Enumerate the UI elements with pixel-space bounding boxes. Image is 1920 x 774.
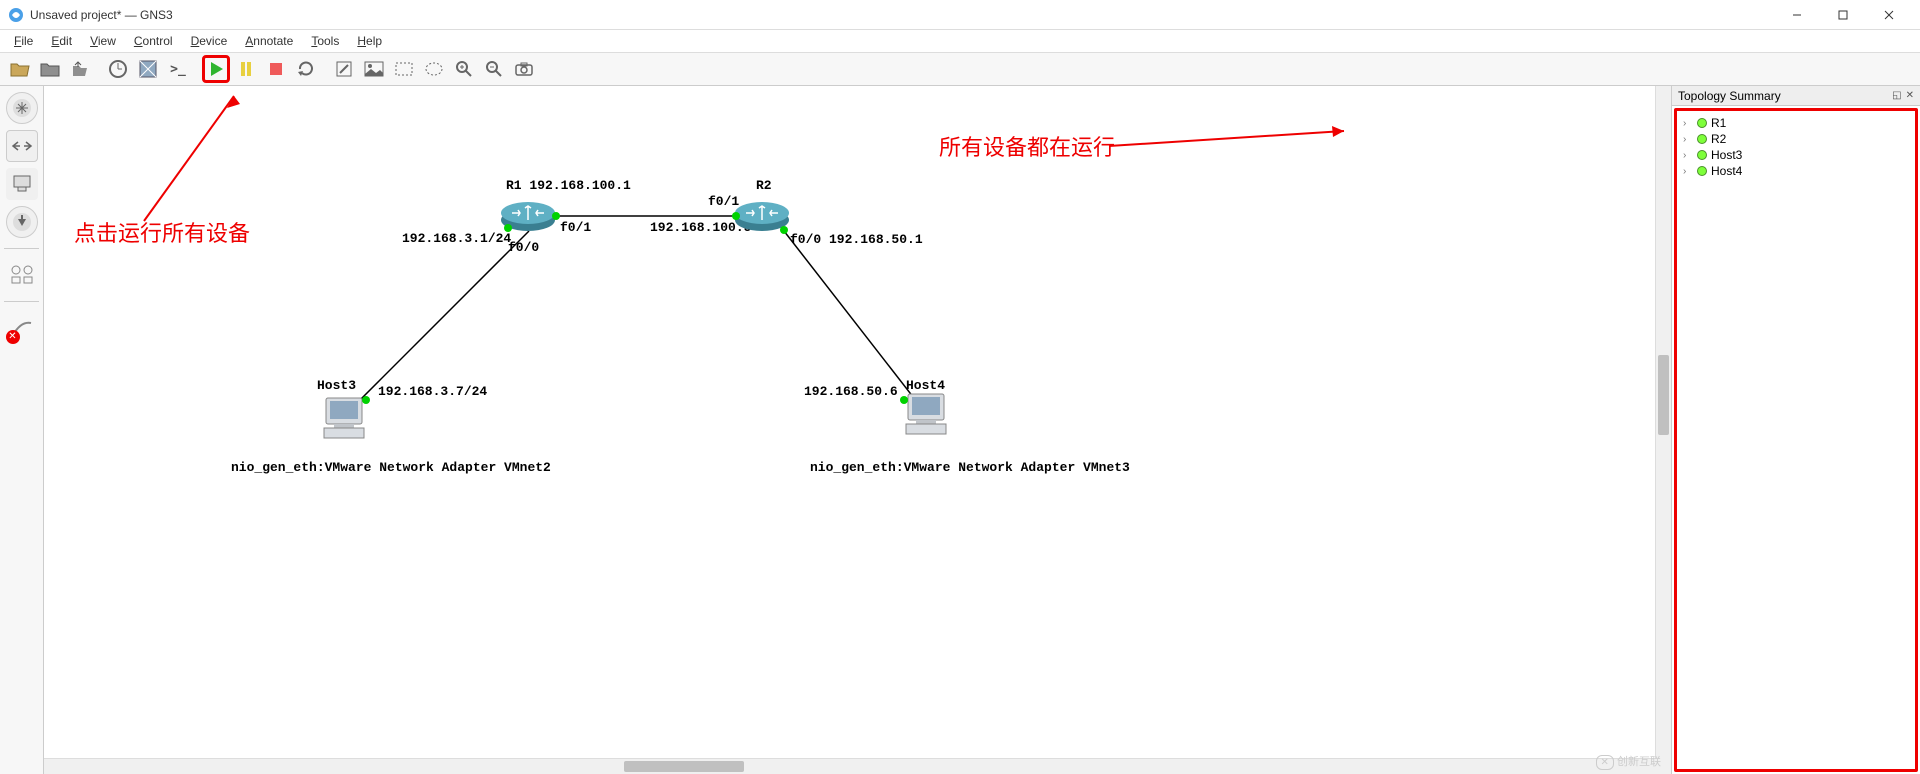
end-devices-category-button[interactable] bbox=[6, 168, 38, 200]
maximize-button[interactable] bbox=[1820, 0, 1866, 30]
status-running-icon bbox=[1697, 150, 1707, 160]
open-folder-button[interactable] bbox=[36, 55, 64, 83]
port-r1-f01 bbox=[552, 212, 560, 220]
screenshot-button[interactable] bbox=[510, 55, 538, 83]
status-running-icon bbox=[1697, 118, 1707, 128]
label-host3-ip: 192.168.3.7/24 bbox=[378, 384, 487, 399]
window-controls bbox=[1774, 0, 1912, 30]
label-r2: R2 bbox=[756, 178, 772, 193]
menu-annotate[interactable]: Annotate bbox=[237, 32, 301, 50]
zoom-out-button[interactable] bbox=[480, 55, 508, 83]
label-r2-f00: f0/0 192.168.50.1 bbox=[790, 232, 923, 247]
routers-category-button[interactable] bbox=[6, 92, 38, 124]
canvas-scrollbar-horizontal[interactable] bbox=[44, 758, 1655, 774]
port-host3 bbox=[362, 396, 370, 404]
security-category-button[interactable] bbox=[6, 206, 38, 238]
label-host3: Host3 bbox=[317, 378, 356, 393]
menu-tools[interactable]: Tools bbox=[303, 32, 347, 50]
port-host4 bbox=[900, 396, 908, 404]
window-title: Unsaved project* — GNS3 bbox=[30, 8, 1774, 22]
zoom-in-button[interactable] bbox=[450, 55, 478, 83]
port-r2-f00 bbox=[780, 226, 788, 234]
tree-item-r2[interactable]: › R2 bbox=[1683, 131, 1909, 147]
menu-file[interactable]: File bbox=[6, 32, 41, 50]
pause-all-button[interactable] bbox=[232, 55, 260, 83]
tree-item-r1[interactable]: › R1 bbox=[1683, 115, 1909, 131]
toolbar: >_ bbox=[0, 52, 1920, 86]
label-host4-adapter: nio_gen_eth:VMware Network Adapter VMnet… bbox=[810, 460, 1130, 475]
topology-summary-panel: Topology Summary ◱ ✕ › R1 › R2 › Host3 › Hos… bbox=[1672, 86, 1920, 774]
label-r1-lan-ip: 192.168.3.1/24 bbox=[402, 231, 511, 246]
save-project-button[interactable] bbox=[66, 55, 94, 83]
image-button[interactable] bbox=[360, 55, 388, 83]
tree-item-label: Host4 bbox=[1711, 164, 1742, 178]
menu-edit[interactable]: Edit bbox=[43, 32, 80, 50]
label-r1-f00: f0/0 bbox=[508, 240, 539, 255]
tree-item-host4[interactable]: › Host4 bbox=[1683, 163, 1909, 179]
rectangle-button[interactable] bbox=[390, 55, 418, 83]
main-area: ✕ 点击运行所有设备 所有设备都在运行 R1 192.168.10 bbox=[0, 86, 1920, 774]
watermark: ✕ 创新互联 bbox=[1596, 753, 1661, 770]
panel-title: Topology Summary bbox=[1678, 89, 1781, 103]
open-project-button[interactable] bbox=[6, 55, 34, 83]
show-labels-button[interactable] bbox=[134, 55, 162, 83]
label-r1: R1 192.168.100.1 bbox=[506, 178, 631, 193]
all-devices-button[interactable] bbox=[6, 259, 38, 291]
snapshot-button[interactable] bbox=[104, 55, 132, 83]
panel-body: › R1 › R2 › Host3 › Host4 bbox=[1674, 108, 1918, 772]
panel-header[interactable]: Topology Summary ◱ ✕ bbox=[1672, 86, 1920, 106]
topology-canvas-wrap: 点击运行所有设备 所有设备都在运行 R1 192.168.100.1 f0/1 … bbox=[44, 86, 1672, 774]
tree-item-host3[interactable]: › Host3 bbox=[1683, 147, 1909, 163]
device-sidebar: ✕ bbox=[0, 86, 44, 774]
chevron-right-icon[interactable]: › bbox=[1683, 166, 1693, 177]
note-button[interactable] bbox=[330, 55, 358, 83]
label-host4-ip: 192.168.50.6 bbox=[804, 384, 898, 399]
minimize-button[interactable] bbox=[1774, 0, 1820, 30]
menu-bar: File Edit View Control Device Annotate T… bbox=[0, 30, 1920, 52]
start-all-button[interactable] bbox=[202, 55, 230, 83]
tree-item-label: R1 bbox=[1711, 116, 1726, 130]
label-host4: Host4 bbox=[906, 378, 945, 393]
close-button[interactable] bbox=[1866, 0, 1912, 30]
label-r1-f01: f0/1 bbox=[560, 220, 591, 235]
switches-category-button[interactable] bbox=[6, 130, 38, 162]
reload-all-button[interactable] bbox=[292, 55, 320, 83]
port-r2-f01 bbox=[732, 212, 740, 220]
console-button[interactable]: >_ bbox=[164, 55, 192, 83]
menu-view[interactable]: View bbox=[82, 32, 124, 50]
add-link-button[interactable]: ✕ bbox=[6, 312, 38, 344]
ellipse-button[interactable] bbox=[420, 55, 448, 83]
status-running-icon bbox=[1697, 166, 1707, 176]
menu-help[interactable]: Help bbox=[349, 32, 390, 50]
annotation-all-running: 所有设备都在运行 bbox=[939, 130, 1115, 162]
device-host3[interactable] bbox=[320, 396, 368, 442]
canvas-scrollbar-vertical[interactable] bbox=[1655, 86, 1671, 758]
stop-all-button[interactable] bbox=[262, 55, 290, 83]
chevron-right-icon[interactable]: › bbox=[1683, 150, 1693, 161]
title-bar: Unsaved project* — GNS3 bbox=[0, 0, 1920, 30]
gns3-app-icon bbox=[8, 7, 24, 23]
annotation-run-all: 点击运行所有设备 bbox=[74, 216, 250, 248]
topology-canvas[interactable]: 点击运行所有设备 所有设备都在运行 R1 192.168.100.1 f0/1 … bbox=[44, 86, 1671, 774]
chevron-right-icon[interactable]: › bbox=[1683, 134, 1693, 145]
panel-undock-icon[interactable]: ◱ bbox=[1892, 90, 1901, 101]
status-running-icon bbox=[1697, 134, 1707, 144]
panel-close-icon[interactable]: ✕ bbox=[1906, 90, 1914, 101]
tree-item-label: R2 bbox=[1711, 132, 1726, 146]
label-r2-f01: f0/1 bbox=[708, 194, 739, 209]
device-host4[interactable] bbox=[902, 392, 950, 438]
menu-control[interactable]: Control bbox=[126, 32, 181, 50]
menu-device[interactable]: Device bbox=[183, 32, 236, 50]
chevron-right-icon[interactable]: › bbox=[1683, 118, 1693, 129]
label-host3-adapter: nio_gen_eth:VMware Network Adapter VMnet… bbox=[231, 460, 551, 475]
tree-item-label: Host3 bbox=[1711, 148, 1742, 162]
